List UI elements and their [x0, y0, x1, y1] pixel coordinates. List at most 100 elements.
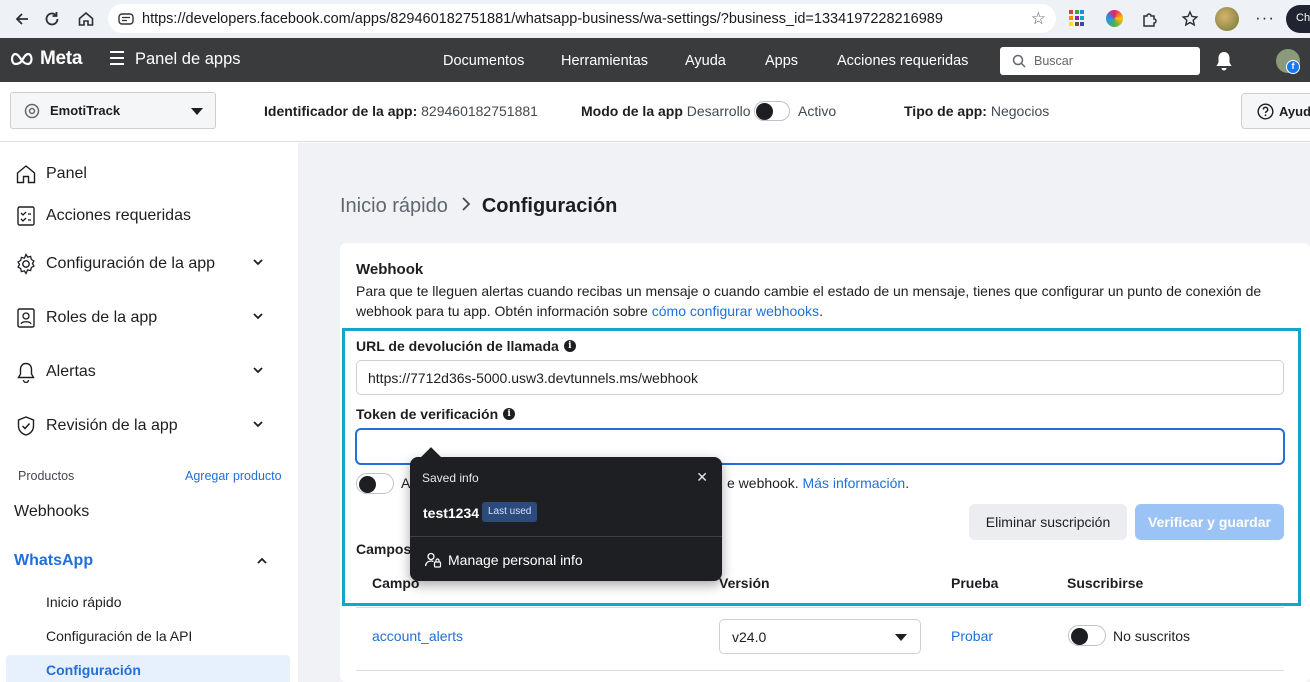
notifications-bell-icon[interactable] [1214, 50, 1234, 77]
nav-link-documentos[interactable]: Documentos [443, 53, 524, 69]
app-selector[interactable]: EmotiTrack [10, 92, 216, 129]
add-product-link[interactable]: Agregar producto [185, 469, 282, 483]
chevron-down-icon [253, 421, 263, 428]
shield-check-icon [14, 414, 38, 438]
info-icon[interactable]: i [503, 408, 516, 420]
more-menu-icon[interactable]: ··· [1255, 8, 1275, 28]
close-icon[interactable]: ✕ [696, 469, 708, 486]
delete-subscription-button[interactable]: Eliminar suscripción [969, 504, 1127, 540]
meta-logo[interactable]: Meta [8, 48, 82, 70]
chevron-up-icon[interactable] [256, 555, 268, 567]
chevron-down-icon [253, 313, 263, 320]
configure-webhooks-link[interactable]: cómo configurar webhooks [652, 303, 819, 319]
sidebar-item-webhooks[interactable]: Webhooks [14, 503, 89, 521]
sidebar-subitem-inicio-rapido[interactable]: Inicio rápido [46, 594, 122, 610]
webhook-desc-end: . [819, 303, 823, 319]
callback-url-input[interactable] [356, 360, 1284, 395]
top-navigation: Meta Panel de apps Documentos Herramient… [0, 38, 1310, 82]
sidebar-item-label: Panel [46, 165, 87, 182]
profile-avatar[interactable] [1215, 7, 1239, 31]
breadcrumb-prev[interactable]: Inicio rápido [340, 195, 448, 218]
sidebar-item-revision[interactable]: Revisión de la app [14, 414, 274, 438]
field-account-alerts[interactable]: account_alerts [372, 628, 463, 644]
subscribe-status: No suscritos [1113, 628, 1191, 644]
home-icon[interactable] [76, 9, 96, 29]
manage-personal-info-button[interactable]: Manage personal info [424, 551, 583, 569]
main-content: Inicio rápido Configuración Webhook Para… [298, 143, 1310, 682]
column-header-prueba: Prueba [951, 575, 999, 591]
breadcrumb: Inicio rápido Configuración [340, 195, 617, 218]
profile-pill[interactable]: Cha [1286, 5, 1310, 33]
favorites-icon[interactable] [1180, 9, 1200, 29]
help-label: Ayuda [1279, 103, 1310, 119]
extensions-puzzle-icon[interactable] [1140, 9, 1160, 29]
search-input[interactable] [1034, 54, 1184, 68]
app-mode-label: Modo de la app [581, 103, 683, 119]
app-info-bar: EmotiTrack Identificador de la app: 8294… [0, 82, 1310, 142]
app-mode-toggle[interactable] [754, 101, 790, 121]
sidebar-item-label: Revisión de la app [46, 417, 178, 434]
address-bar[interactable]: https://developers.facebook.com/apps/829… [108, 4, 1056, 33]
sidebar-item-configuracion-app[interactable]: Configuración de la app [14, 252, 274, 276]
extension-grid-icon[interactable] [1069, 10, 1085, 26]
last-used-badge: Last used [482, 502, 538, 522]
verify-save-button[interactable]: Verificar y guardar [1135, 504, 1284, 540]
sidebar-subitem-configuracion[interactable]: Configuración [46, 662, 141, 678]
checklist-icon [14, 204, 38, 228]
meta-infinity-icon [10, 52, 33, 66]
nav-link-acciones-requeridas[interactable]: Acciones requeridas [837, 53, 968, 69]
callback-url-label-text: URL de devolución de llamada [356, 338, 559, 354]
autofill-suggestion[interactable]: test1234 [423, 505, 479, 521]
test-link[interactable]: Probar [951, 628, 993, 644]
app-mode-info: Modo de la app Desarrollo [581, 103, 751, 119]
chevron-down-icon [191, 108, 203, 115]
person-badge-icon [14, 306, 38, 330]
app-id-label: Identificador de la app: [264, 103, 418, 119]
app-type-label: Tipo de app: [904, 103, 987, 119]
more-info-link[interactable]: Más información [803, 475, 906, 491]
sidebar-item-whatsapp[interactable]: WhatsApp [14, 552, 93, 570]
autofill-divider [410, 536, 722, 537]
subscribe-toggle[interactable] [1068, 625, 1106, 646]
webhook-title: Webhook [356, 261, 424, 278]
nav-link-herramientas[interactable]: Herramientas [561, 53, 648, 69]
meta-logo-text: Meta [40, 48, 83, 69]
toggle-text-end: . [905, 475, 910, 491]
back-arrow-icon[interactable] [12, 9, 32, 29]
info-icon[interactable]: i [563, 340, 576, 352]
menu-hamburger-icon[interactable] [110, 51, 124, 69]
app-mode-dev: Desarrollo [686, 103, 751, 119]
toggle-text-mid: e webhook. [727, 475, 799, 491]
table-divider [356, 607, 1284, 608]
autofill-title: Saved info [422, 471, 479, 485]
app-name: EmotiTrack [50, 103, 121, 118]
browser-toolbar: https://developers.facebook.com/apps/829… [0, 0, 1310, 38]
sidebar-item-label: Configuración de la app [46, 255, 216, 272]
sidebar-item-label: Roles de la app [46, 309, 158, 326]
sidebar-item-label: Acciones requeridas [46, 207, 191, 224]
column-header-version: Versión [719, 575, 770, 591]
certificate-toggle[interactable] [356, 473, 394, 494]
copilot-icon[interactable] [1106, 10, 1123, 27]
chevron-down-icon [895, 634, 907, 641]
sidebar-subitem-configuracion-api[interactable]: Configuración de la API [46, 628, 192, 644]
sidebar-item-roles[interactable]: Roles de la app [14, 306, 274, 330]
sidebar-item-acciones-requeridas[interactable]: Acciones requeridas [14, 204, 274, 228]
sidebar-item-panel[interactable]: Panel [14, 162, 274, 186]
products-heading: Productos [18, 469, 75, 483]
facebook-badge-icon: f [1286, 60, 1300, 74]
site-info-icon[interactable] [118, 11, 134, 27]
page-title: Configuración [481, 195, 618, 217]
reload-icon[interactable] [42, 9, 62, 29]
search-box[interactable] [1000, 47, 1200, 75]
bookmark-star-icon[interactable]: ☆ [1031, 9, 1046, 29]
version-select[interactable]: v24.0 [719, 619, 921, 654]
help-button[interactable]: Ayuda [1241, 93, 1310, 129]
nav-link-apps[interactable]: Apps [765, 53, 798, 69]
nav-link-ayuda[interactable]: Ayuda [685, 53, 726, 69]
panel-title[interactable]: Panel de apps [135, 50, 241, 69]
search-icon [1012, 54, 1026, 68]
sidebar-item-alertas[interactable]: Alertas [14, 360, 274, 384]
callback-url-label: URL de devolución de llamada i [356, 338, 576, 354]
chevron-down-icon [253, 367, 263, 374]
